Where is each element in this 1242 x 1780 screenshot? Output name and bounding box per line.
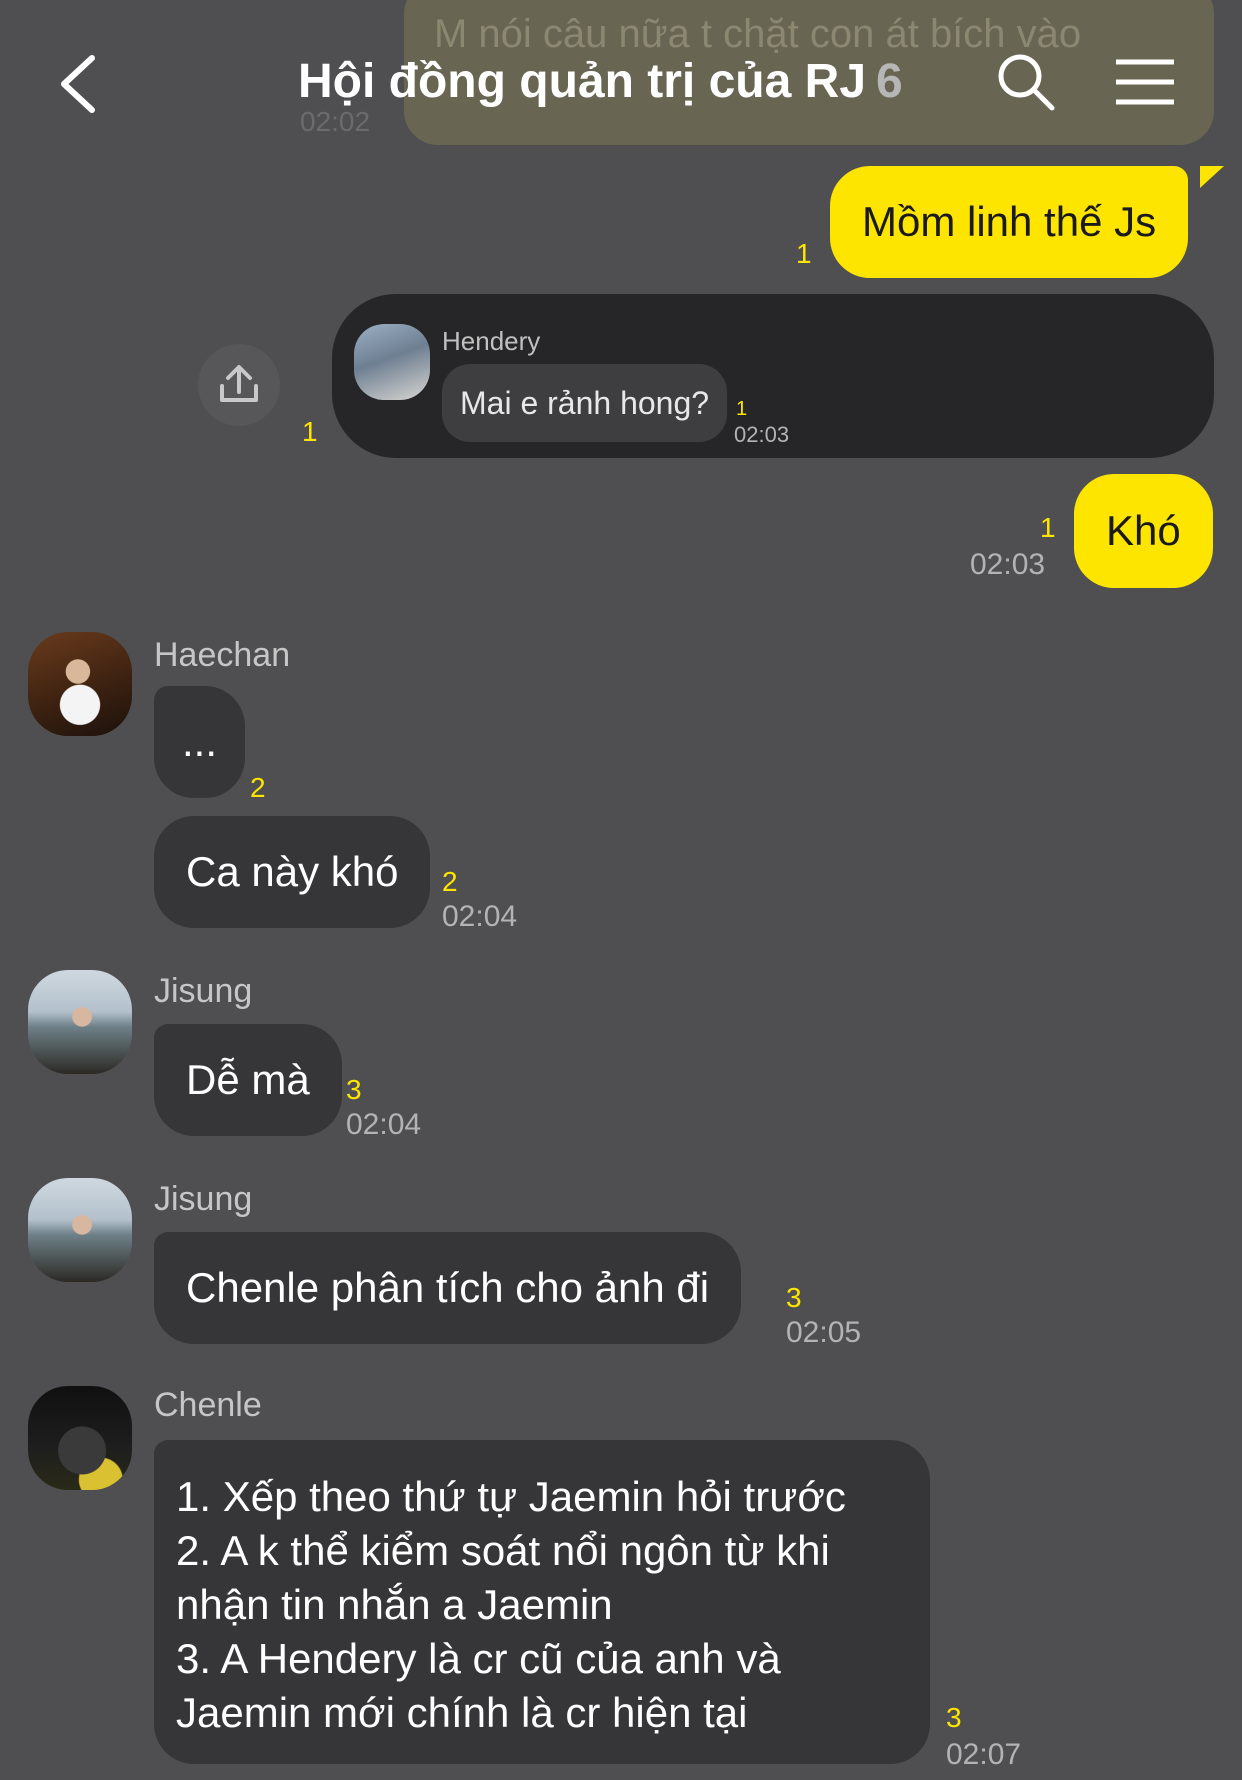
shared-sender-name: Hendery (442, 326, 541, 356)
message-bubble[interactable]: 1. Xếp theo thứ tự Jaemin hỏi trước 2. A… (154, 1440, 930, 1764)
unread-count: 2 (250, 772, 266, 803)
message-bubble[interactable]: Chenle phân tích cho ảnh đi (154, 1232, 742, 1344)
avatar-haechan[interactable] (28, 632, 132, 736)
unread-count: 3 (786, 1282, 802, 1313)
unread-count: 3 (946, 1702, 962, 1733)
avatar-jisung[interactable] (28, 1178, 132, 1282)
unread-count: 1 (796, 238, 812, 269)
avatar (354, 324, 430, 400)
message-time: 02:04 (346, 1108, 422, 1141)
sender-name: Jisung (154, 1180, 253, 1218)
avatar-jisung[interactable] (28, 970, 132, 1074)
unread-count: 1 (302, 416, 318, 447)
member-count: 6 (876, 55, 903, 108)
message-text: Khó (1106, 507, 1181, 554)
share-icon (220, 365, 258, 402)
message-line: 1. Xếp theo thứ tự Jaemin hỏi trước (176, 1473, 846, 1520)
message-text: Dễ mà (186, 1056, 310, 1103)
unread-count: 1 (1040, 512, 1056, 543)
message-time: 02:04 (442, 900, 518, 933)
shared-unread-count: 1 (736, 398, 748, 420)
unread-count: 3 (346, 1074, 362, 1105)
search-icon[interactable] (996, 52, 1056, 112)
message-time: 02:05 (786, 1316, 862, 1349)
message-bubble[interactable]: Dễ mà (154, 1024, 342, 1136)
unread-count: 2 (442, 866, 458, 897)
my-message-bubble[interactable]: Mồm linh thế Js (830, 166, 1189, 278)
chat-title-text: Hội đồng quản trị của RJ (298, 55, 867, 108)
message-line: 3. A Hendery là cr cũ của anh và (176, 1635, 781, 1682)
message-time: 02:07 (946, 1738, 1022, 1771)
sender-name: Jisung (154, 972, 253, 1010)
avatar-chenle[interactable] (28, 1386, 132, 1490)
previous-message-text: M nói câu nữa t chặt con át bích vào (434, 12, 1082, 56)
message-text: ... (182, 718, 218, 765)
message-bubble[interactable]: ... (154, 686, 246, 798)
message-bubble[interactable]: Ca này khó (154, 816, 431, 928)
message-line: 2. A k thể kiểm soát nổi ngôn từ khi (176, 1527, 830, 1574)
sender-name: Haechan (154, 636, 291, 674)
shared-message-card[interactable]: Hendery Mai e rảnh hong? 1 02:03 (332, 294, 1214, 458)
message-text: Mồm linh thế Js (862, 198, 1157, 245)
message-line: nhận tin nhắn a Jaemin (176, 1581, 613, 1628)
message-text: Chenle phân tích cho ảnh đi (186, 1264, 710, 1311)
shared-message-time: 02:03 (734, 422, 790, 447)
shared-message-text: Mai e rảnh hong? (460, 384, 710, 421)
message-text: Ca này khó (186, 848, 399, 895)
sender-name: Chenle (154, 1386, 262, 1424)
my-message-bubble[interactable]: Khó (1074, 474, 1213, 588)
menu-icon[interactable] (1114, 58, 1176, 106)
message-line: Jaemin mới chính là cr hiện tại (176, 1689, 748, 1736)
previous-message-time: 02:02 (300, 106, 371, 137)
chat-title[interactable]: Hội đồng quản trị của RJ 6 (298, 54, 903, 109)
back-chevron-icon[interactable] (52, 52, 112, 116)
bubble-tail (1200, 166, 1224, 188)
shared-message-bubble: Mai e rảnh hong? (442, 364, 728, 442)
share-button[interactable] (198, 344, 280, 426)
message-time: 02:03 (970, 548, 1046, 581)
